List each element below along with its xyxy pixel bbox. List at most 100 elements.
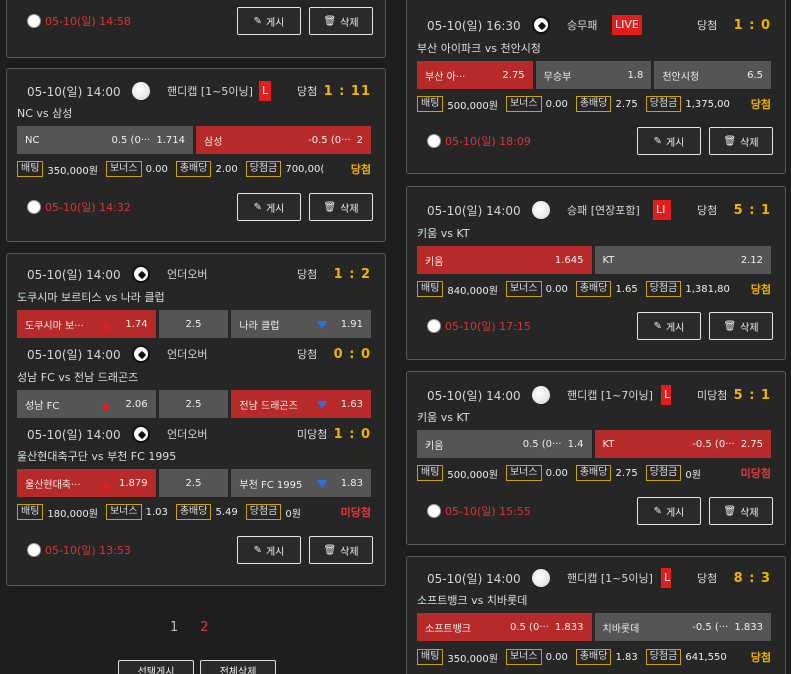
trash-icon: 🗑: [723, 505, 737, 517]
page-2-link[interactable]: 2: [200, 620, 208, 635]
match-teams: 키움 vs KT: [417, 227, 470, 240]
odds-under[interactable]: 나라 클럽 1.91: [231, 310, 372, 338]
odds-away[interactable]: KT -0.5 (0··· 2.75: [594, 430, 771, 458]
odds-away[interactable]: 삼성 -0.5 (0··· 2: [196, 126, 371, 154]
bet-info: 배팅 350,000원 보너스 0.00 총배당 2.00 당첨금 700,00( 당첨: [17, 161, 371, 177]
delete-button[interactable]: 🗑 삭제: [709, 497, 773, 525]
bet-card: 05-10(일) 14:58 ✎ 게시 🗑 삭제: [6, 0, 386, 58]
baseball-icon: [132, 82, 150, 100]
odds-home[interactable]: 부산 아··· 2.75: [417, 61, 533, 89]
page-1-link[interactable]: 1: [170, 620, 178, 635]
odds-under[interactable]: 전남 드래곤즈 1.63: [231, 390, 372, 418]
arrow-down-icon: [317, 401, 328, 409]
select-checkbox[interactable]: [427, 504, 441, 518]
pencil-icon: ✎: [253, 15, 262, 27]
delete-button[interactable]: 🗑 삭제: [709, 127, 773, 155]
card-footer: 05-10(일) 14:32 ✎ 게시 🗑 삭제: [27, 193, 373, 221]
baseball-icon: [532, 569, 550, 587]
odds-row: 부산 아··· 2.75 무승부 1.8 천안시청 6.5: [417, 61, 772, 89]
odds-line: 2.5: [158, 469, 229, 497]
delete-button[interactable]: 🗑 삭제: [309, 7, 373, 35]
match-teams: 키움 vs KT: [417, 411, 470, 424]
arrow-up-icon: [101, 402, 111, 410]
bet-datetime: 05-10(일) 17:15: [445, 320, 531, 333]
bet-status: 당첨: [750, 651, 771, 664]
select-checkbox[interactable]: [27, 14, 41, 28]
post-button[interactable]: ✎ 게시: [237, 7, 301, 35]
card-footer: 05-10(일) 17:15 ✎ 게시 🗑 삭제: [427, 312, 773, 340]
soccer-ball-icon: [132, 425, 150, 443]
odds-row: 키움 1.645 KT 2.12: [417, 246, 771, 274]
select-checkbox[interactable]: [427, 319, 441, 333]
odds-row: 울산현대축··· 1.879 2.5 부천 FC 1995 1.83: [17, 469, 372, 497]
select-checkbox[interactable]: [27, 543, 41, 557]
payout-value: 700,00(: [285, 163, 325, 175]
odds-away[interactable]: KT 2.12: [594, 246, 771, 274]
card-footer: 05-10(일) 15:55 ✎ 게시 🗑 삭제: [427, 497, 773, 525]
odds-home[interactable]: 키움 1.645: [417, 246, 592, 274]
post-button[interactable]: ✎ 게시: [637, 497, 701, 525]
bonus-value: 0.00: [145, 163, 168, 175]
odds-row: 도쿠시마 보··· 1.74 2.5 나라 클럽 1.91: [17, 310, 372, 338]
odds-home[interactable]: 소프트뱅크 0.5 (0··· 1.833: [417, 613, 592, 641]
match-teams: 소프트뱅크 vs 치바롯데: [417, 594, 528, 607]
match-header: 05-10(일) 14:00 승패 [연장포함] LI 당첨 5 : 1: [407, 200, 785, 220]
delete-button[interactable]: 🗑 삭제: [309, 193, 373, 221]
pencil-icon: ✎: [653, 505, 662, 517]
select-checkbox[interactable]: [427, 134, 441, 148]
select-post-button[interactable]: 선택게시: [118, 660, 194, 674]
post-button[interactable]: ✎ 게시: [637, 312, 701, 340]
bet-card: 05-10(일) 14:00 핸디캡 [1~5이닝] L 당첨 1 : 11 N…: [6, 68, 386, 242]
odds-row: 성남 FC 2.06 2.5 전남 드래곤즈 1.63: [17, 390, 372, 418]
odds-row: 소프트뱅크 0.5 (0··· 1.833 치바롯데 -0.5 (··· 1.8…: [417, 613, 771, 641]
live-badge: L: [259, 81, 271, 101]
bet-datetime: 05-10(일) 18:09: [445, 135, 531, 148]
pencil-icon: ✎: [253, 201, 262, 213]
arrow-up-icon: [101, 322, 111, 330]
post-button[interactable]: ✎ 게시: [637, 127, 701, 155]
bet-card: 05-10(일) 14:00 핸디캡 [1~7이닝] L 미당첨 5 : 1 키…: [406, 371, 786, 545]
total-odds: 2.00: [215, 163, 238, 175]
match-score: 1 : 11: [323, 83, 371, 99]
bet-card: 05-10(일) 14:00 승패 [연장포함] LI 당첨 5 : 1 키움 …: [406, 186, 786, 360]
match-teams: 울산현대축구단 vs 부천 FC 1995: [17, 450, 177, 463]
bet-status: 미당첨: [340, 506, 371, 519]
baseball-icon: [532, 201, 550, 219]
odds-draw[interactable]: 무승부 1.8: [535, 61, 652, 89]
delete-button[interactable]: 🗑 삭제: [709, 312, 773, 340]
match-teams: NC vs 삼성: [17, 107, 73, 120]
card-footer: 05-10(일) 14:58 ✎ 게시 🗑 삭제: [27, 7, 373, 35]
trash-icon: 🗑: [323, 15, 337, 27]
bet-card: 05-10(일) 14:00 언더오버 당첨 1 : 2 도쿠시마 보르티스 v…: [6, 253, 386, 586]
odds-away[interactable]: 천안시청 6.5: [654, 61, 772, 89]
odds-over[interactable]: 울산현대축··· 1.879: [17, 469, 156, 497]
bet-info: 배팅 350,000원 보너스 0.00 총배당 1.83 당첨금 641,550 당첨: [417, 649, 771, 665]
live-badge: L: [661, 568, 671, 588]
card-footer: 05-10(일) 18:09 ✎ 게시 🗑 삭제: [427, 127, 773, 155]
trash-icon: 🗑: [323, 201, 337, 213]
bet-status: 당첨: [750, 283, 771, 296]
select-checkbox[interactable]: [27, 200, 41, 214]
delete-all-button[interactable]: 전체삭제: [200, 660, 276, 674]
odds-home[interactable]: NC 0.5 (0··· 1.714: [17, 126, 193, 154]
live-badge: LIVE: [612, 15, 642, 35]
odds-away[interactable]: 치바롯데 -0.5 (··· 1.833: [594, 613, 771, 641]
odds-home[interactable]: 키움 0.5 (0··· 1.4: [417, 430, 592, 458]
match-header: 05-10(일) 14:00 언더오버 당첨 1 : 2: [27, 265, 371, 283]
odds-over[interactable]: 도쿠시마 보··· 1.74: [17, 310, 156, 338]
bet-card: 05-10(일) 16:30 승무패 LIVE 당첨 1 : 0 부산 아이파크…: [406, 0, 786, 174]
match-header: 05-10(일) 16:30 승무패 LIVE 당첨 1 : 0: [407, 15, 785, 35]
post-button[interactable]: ✎ 게시: [237, 193, 301, 221]
pagination: 1 2: [170, 620, 209, 635]
match-teams: 성남 FC vs 전남 드래곤즈: [17, 371, 139, 384]
bottom-actions: 선택게시 전체삭제: [118, 660, 276, 674]
odds-over[interactable]: 성남 FC 2.06: [17, 390, 156, 418]
post-button[interactable]: ✎ 게시: [237, 536, 301, 564]
delete-button[interactable]: 🗑 삭제: [309, 536, 373, 564]
odds-row: NC 0.5 (0··· 1.714 삼성 -0.5 (0··· 2: [17, 126, 371, 154]
match-header: 05-10(일) 14:00 핸디캡 [1~5이닝] L 당첨 1 : 11: [7, 81, 385, 101]
odds-under[interactable]: 부천 FC 1995 1.83: [231, 469, 372, 497]
arrow-down-icon: [317, 321, 328, 329]
bet-datetime: 05-10(일) 15:55: [445, 505, 531, 518]
trash-icon: 🗑: [723, 320, 737, 332]
